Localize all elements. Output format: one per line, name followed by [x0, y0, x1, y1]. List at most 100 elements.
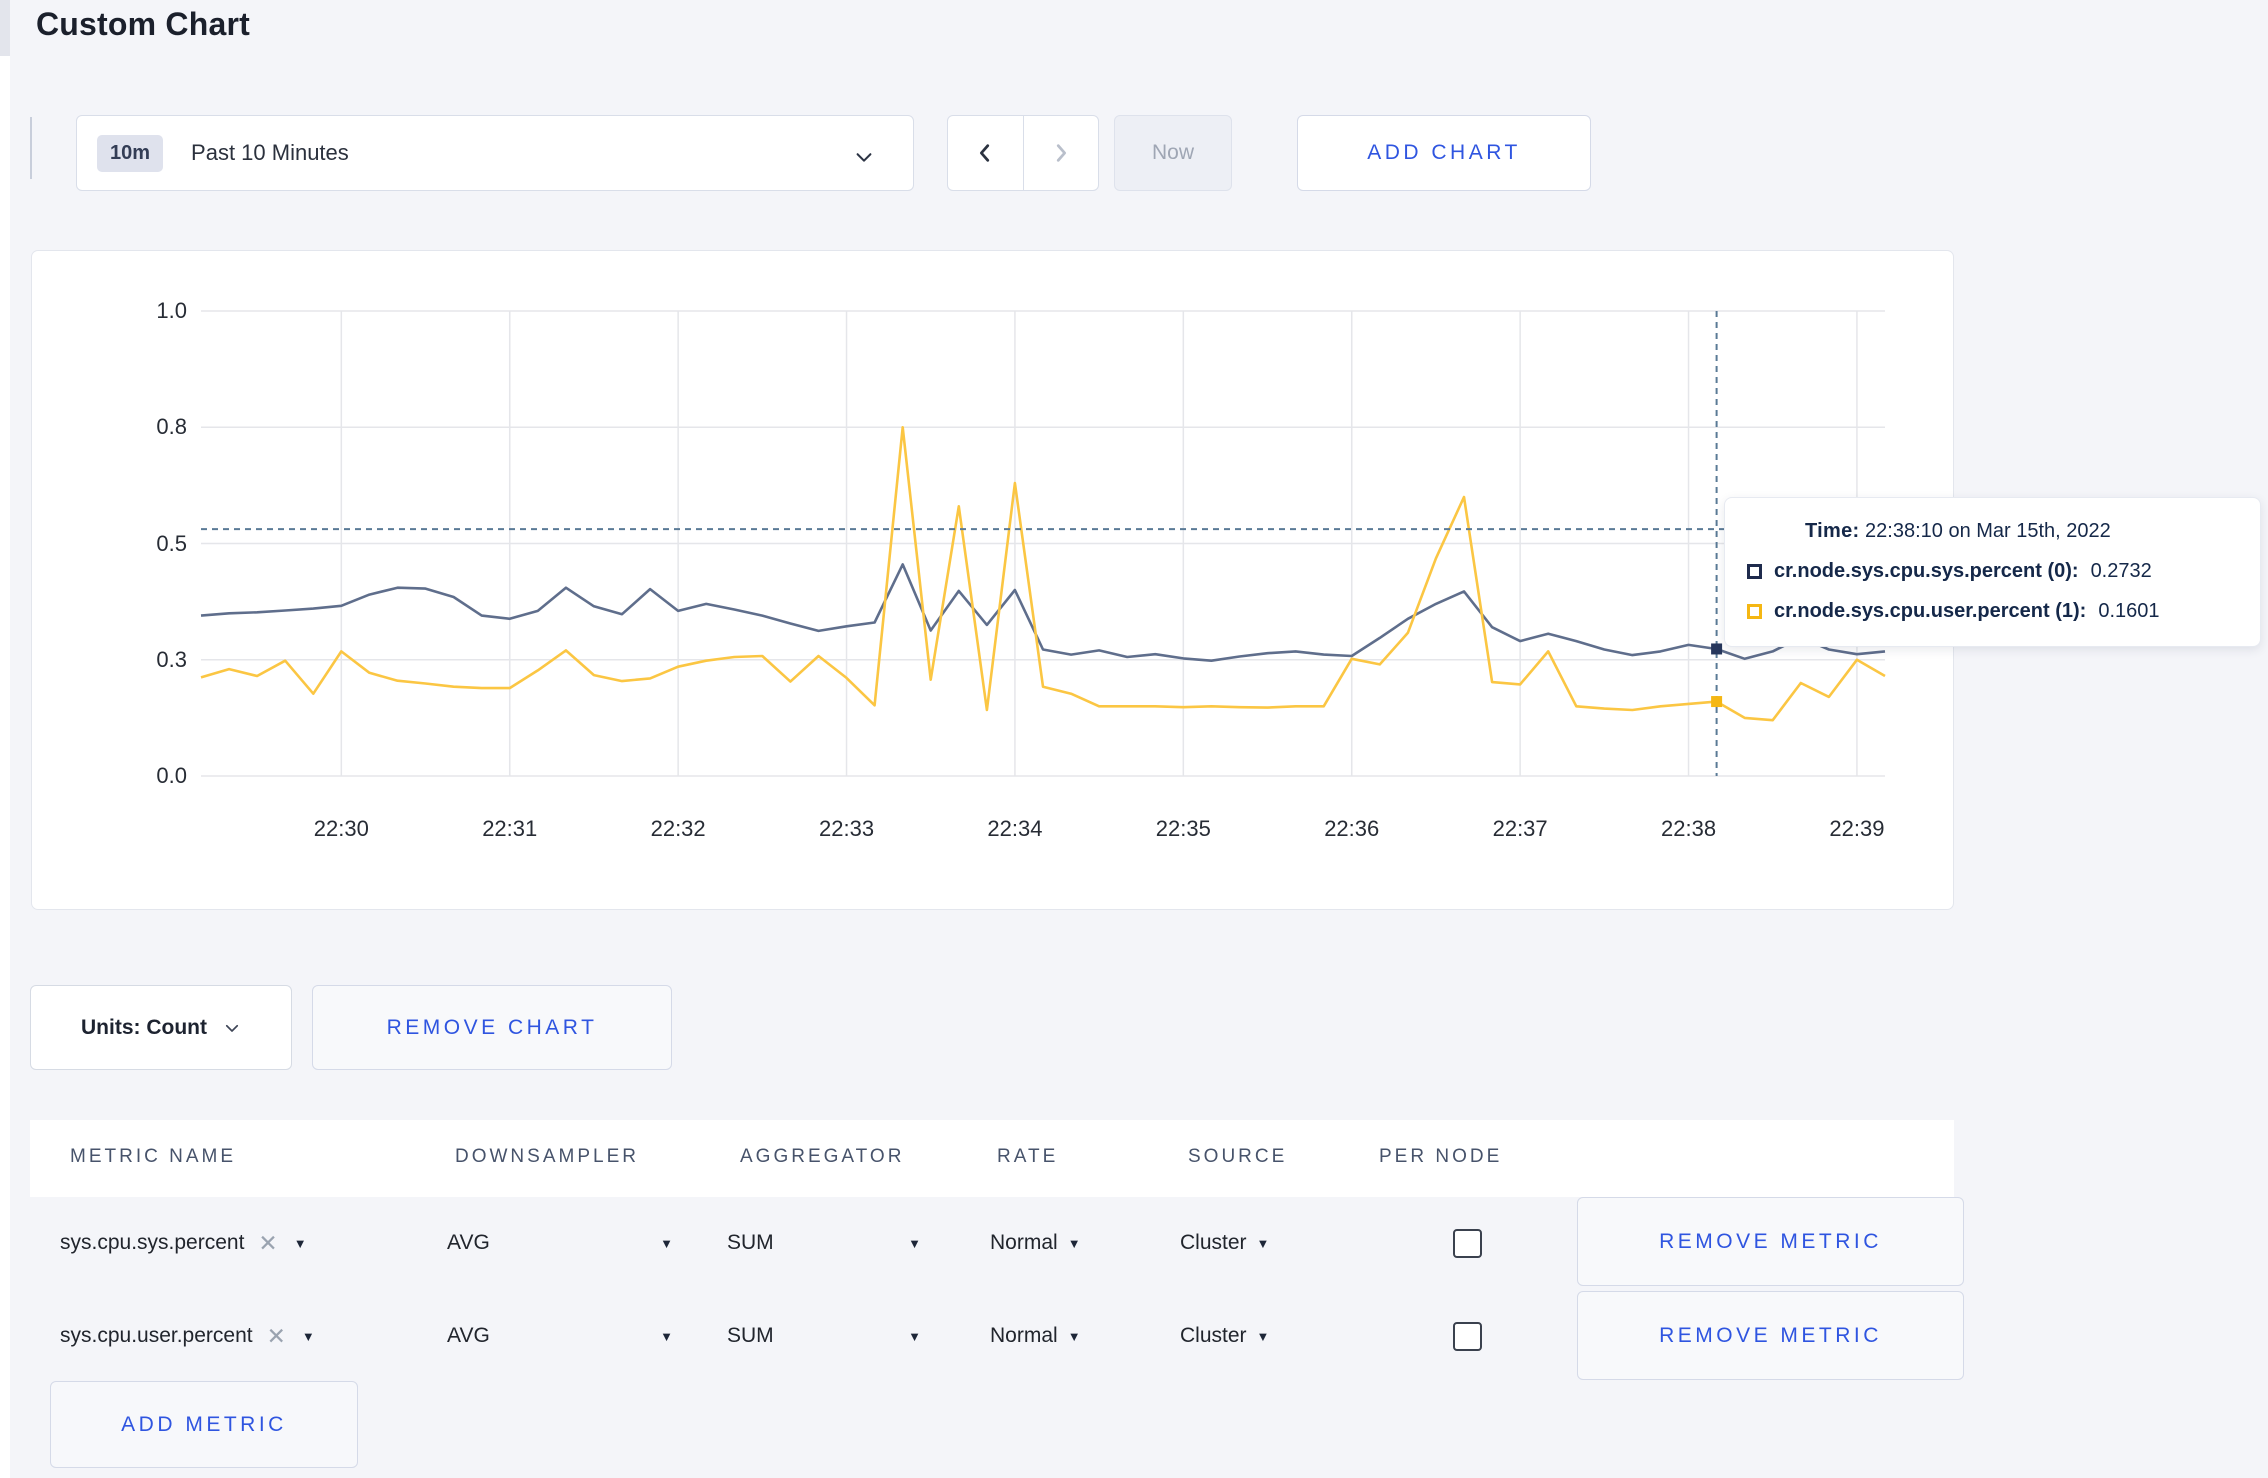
metric-name-value: sys.cpu.user.percent — [60, 1324, 253, 1347]
rate-value: Normal — [990, 1231, 1058, 1254]
column-header-downsampler: DOWNSAMPLER — [455, 1146, 639, 1167]
left-edge-strip — [0, 0, 10, 1478]
dropdown-caret-icon: ▼ — [1256, 1328, 1270, 1344]
per-node-checkbox[interactable] — [1452, 1228, 1482, 1258]
aggregator-select[interactable]: SUM ▼ — [727, 1290, 921, 1382]
line-chart — [200, 310, 1886, 777]
dropdown-caret-icon: ▼ — [301, 1328, 315, 1344]
x-axis-tick-label: 22:35 — [1155, 816, 1211, 841]
tooltip-series-value: 0.2732 — [2090, 560, 2152, 582]
x-axis-tick-label: 22:30 — [313, 816, 369, 841]
source-value: Cluster — [1180, 1231, 1247, 1254]
aggregator-value: SUM — [727, 1231, 774, 1254]
now-button[interactable]: Now — [1114, 115, 1232, 191]
page-title: Custom Chart — [36, 6, 250, 42]
y-axis-tick-label: 0.0 — [156, 763, 187, 788]
chart-card: 0.0 0.3 0.5 0.8 1.0 22:30 22:31 22:32 22:33 22:34… — [31, 250, 1954, 910]
time-range-select[interactable]: 10m Past 10 Minutes — [76, 115, 914, 191]
column-header-metric-name: METRIC NAME — [70, 1146, 236, 1167]
tooltip-time: Time: 22:38:10 on Mar 15th, 2022 — [1747, 520, 2260, 543]
column-header-rate: RATE — [997, 1146, 1059, 1167]
tooltip-series-name: cr.node.sys.cpu.user.percent (1): — [1774, 600, 2087, 622]
left-edge-corner — [0, 0, 10, 56]
series-line — [200, 426, 1886, 722]
metrics-table-header: METRIC NAME DOWNSAMPLER AGGREGATOR RATE … — [30, 1120, 1954, 1197]
chart-plot-area[interactable] — [200, 310, 1886, 777]
clear-metric-icon[interactable]: ✕ — [258, 1230, 277, 1257]
per-node-cell — [1437, 1290, 1497, 1382]
tooltip-series-name: cr.node.sys.cpu.sys.percent (0): — [1774, 560, 2079, 582]
prev-window-button[interactable] — [948, 116, 1023, 190]
dropdown-caret-icon: ▼ — [1067, 1235, 1081, 1251]
column-header-aggregator: AGGREGATOR — [740, 1146, 905, 1167]
units-select[interactable]: Units: Count — [30, 985, 292, 1070]
metric-name-select[interactable]: sys.cpu.user.percent ✕ ▼ — [60, 1290, 315, 1382]
metric-row: sys.cpu.user.percent ✕ ▼ AVG ▼ SUM ▼ Nor… — [30, 1290, 1964, 1382]
series-swatch-sys — [1747, 564, 1762, 579]
per-node-checkbox[interactable] — [1452, 1321, 1482, 1351]
add-chart-button[interactable]: ADD CHART — [1297, 115, 1591, 191]
time-range-badge: 10m — [97, 134, 164, 172]
series-swatch-user — [1747, 604, 1762, 619]
column-header-per-node: PER NODE — [1379, 1146, 1503, 1167]
downsampler-select[interactable]: AVG ▼ — [447, 1197, 673, 1289]
chevron-right-icon — [1056, 144, 1066, 162]
chevron-left-icon — [980, 144, 990, 162]
next-window-button[interactable] — [1022, 116, 1099, 190]
crosshair-marker — [1711, 696, 1723, 708]
chart-tooltip: Time: 22:38:10 on Mar 15th, 2022 cr.node… — [1724, 497, 2261, 647]
remove-metric-button[interactable]: REMOVE METRIC — [1577, 1197, 1964, 1286]
chevron-down-icon — [856, 153, 872, 162]
add-metric-button[interactable]: ADD METRIC — [50, 1381, 358, 1468]
remove-metric-button[interactable]: REMOVE METRIC — [1577, 1291, 1964, 1380]
y-axis-tick-label: 0.5 — [156, 530, 187, 556]
source-select[interactable]: Cluster ▼ — [1180, 1290, 1269, 1382]
tooltip-time-value: 22:38:10 on Mar 15th, 2022 — [1865, 520, 2111, 542]
y-axis-tick-label: 1.0 — [156, 298, 187, 323]
metric-row: sys.cpu.sys.percent ✕ ▼ AVG ▼ SUM ▼ Norm… — [30, 1197, 1964, 1289]
column-header-source: SOURCE — [1188, 1146, 1288, 1167]
tooltip-series-row: cr.node.sys.cpu.user.percent (1): 0.1601 — [1747, 600, 2260, 623]
y-axis-tick-label: 0.8 — [156, 414, 187, 440]
rate-value: Normal — [990, 1324, 1058, 1347]
dropdown-caret-icon: ▼ — [660, 1328, 673, 1344]
downsampler-value: AVG — [447, 1324, 490, 1347]
chevron-down-icon — [225, 1024, 239, 1032]
x-axis-tick-label: 22:37 — [1492, 816, 1548, 841]
aggregator-select[interactable]: SUM ▼ — [727, 1197, 921, 1289]
rate-select[interactable]: Normal ▼ — [990, 1290, 1081, 1382]
series-line — [200, 563, 1886, 663]
time-window-pager — [947, 115, 1099, 191]
x-axis-tick-label: 22:38 — [1661, 816, 1717, 841]
x-axis-tick-label: 22:31 — [482, 816, 538, 841]
y-axis-tick-label: 0.3 — [156, 646, 187, 672]
x-axis-tick-label: 22:36 — [1324, 816, 1380, 841]
x-axis-tick-label: 22:34 — [987, 816, 1043, 841]
tooltip-series-value: 0.1601 — [2098, 600, 2160, 622]
source-select[interactable]: Cluster ▼ — [1180, 1197, 1269, 1289]
dropdown-caret-icon: ▼ — [908, 1328, 921, 1344]
remove-chart-button[interactable]: REMOVE CHART — [312, 985, 672, 1070]
dropdown-caret-icon: ▼ — [908, 1235, 921, 1251]
metric-name-select[interactable]: sys.cpu.sys.percent ✕ ▼ — [60, 1197, 307, 1289]
dropdown-caret-icon: ▼ — [293, 1235, 307, 1251]
dropdown-caret-icon: ▼ — [660, 1235, 673, 1251]
units-label: Units: Count — [81, 1015, 207, 1039]
custom-chart-page: Custom Chart 10m Past 10 Minutes Now ADD… — [0, 0, 2268, 1478]
source-value: Cluster — [1180, 1324, 1247, 1347]
downsampler-select[interactable]: AVG ▼ — [447, 1290, 673, 1382]
aggregator-value: SUM — [727, 1324, 774, 1347]
crosshair-marker — [1711, 643, 1723, 655]
toolbar-divider — [30, 117, 32, 179]
rate-select[interactable]: Normal ▼ — [990, 1197, 1081, 1289]
tooltip-time-label: Time: — [1805, 520, 1860, 542]
time-range-label: Past 10 Minutes — [191, 140, 349, 165]
dropdown-caret-icon: ▼ — [1067, 1328, 1081, 1344]
per-node-cell — [1437, 1197, 1497, 1289]
metric-name-value: sys.cpu.sys.percent — [60, 1231, 245, 1254]
dropdown-caret-icon: ▼ — [1256, 1235, 1270, 1251]
x-axis-tick-label: 22:32 — [650, 816, 706, 841]
x-axis-tick-label: 22:39 — [1829, 816, 1885, 841]
downsampler-value: AVG — [447, 1231, 490, 1254]
clear-metric-icon[interactable]: ✕ — [267, 1323, 286, 1350]
